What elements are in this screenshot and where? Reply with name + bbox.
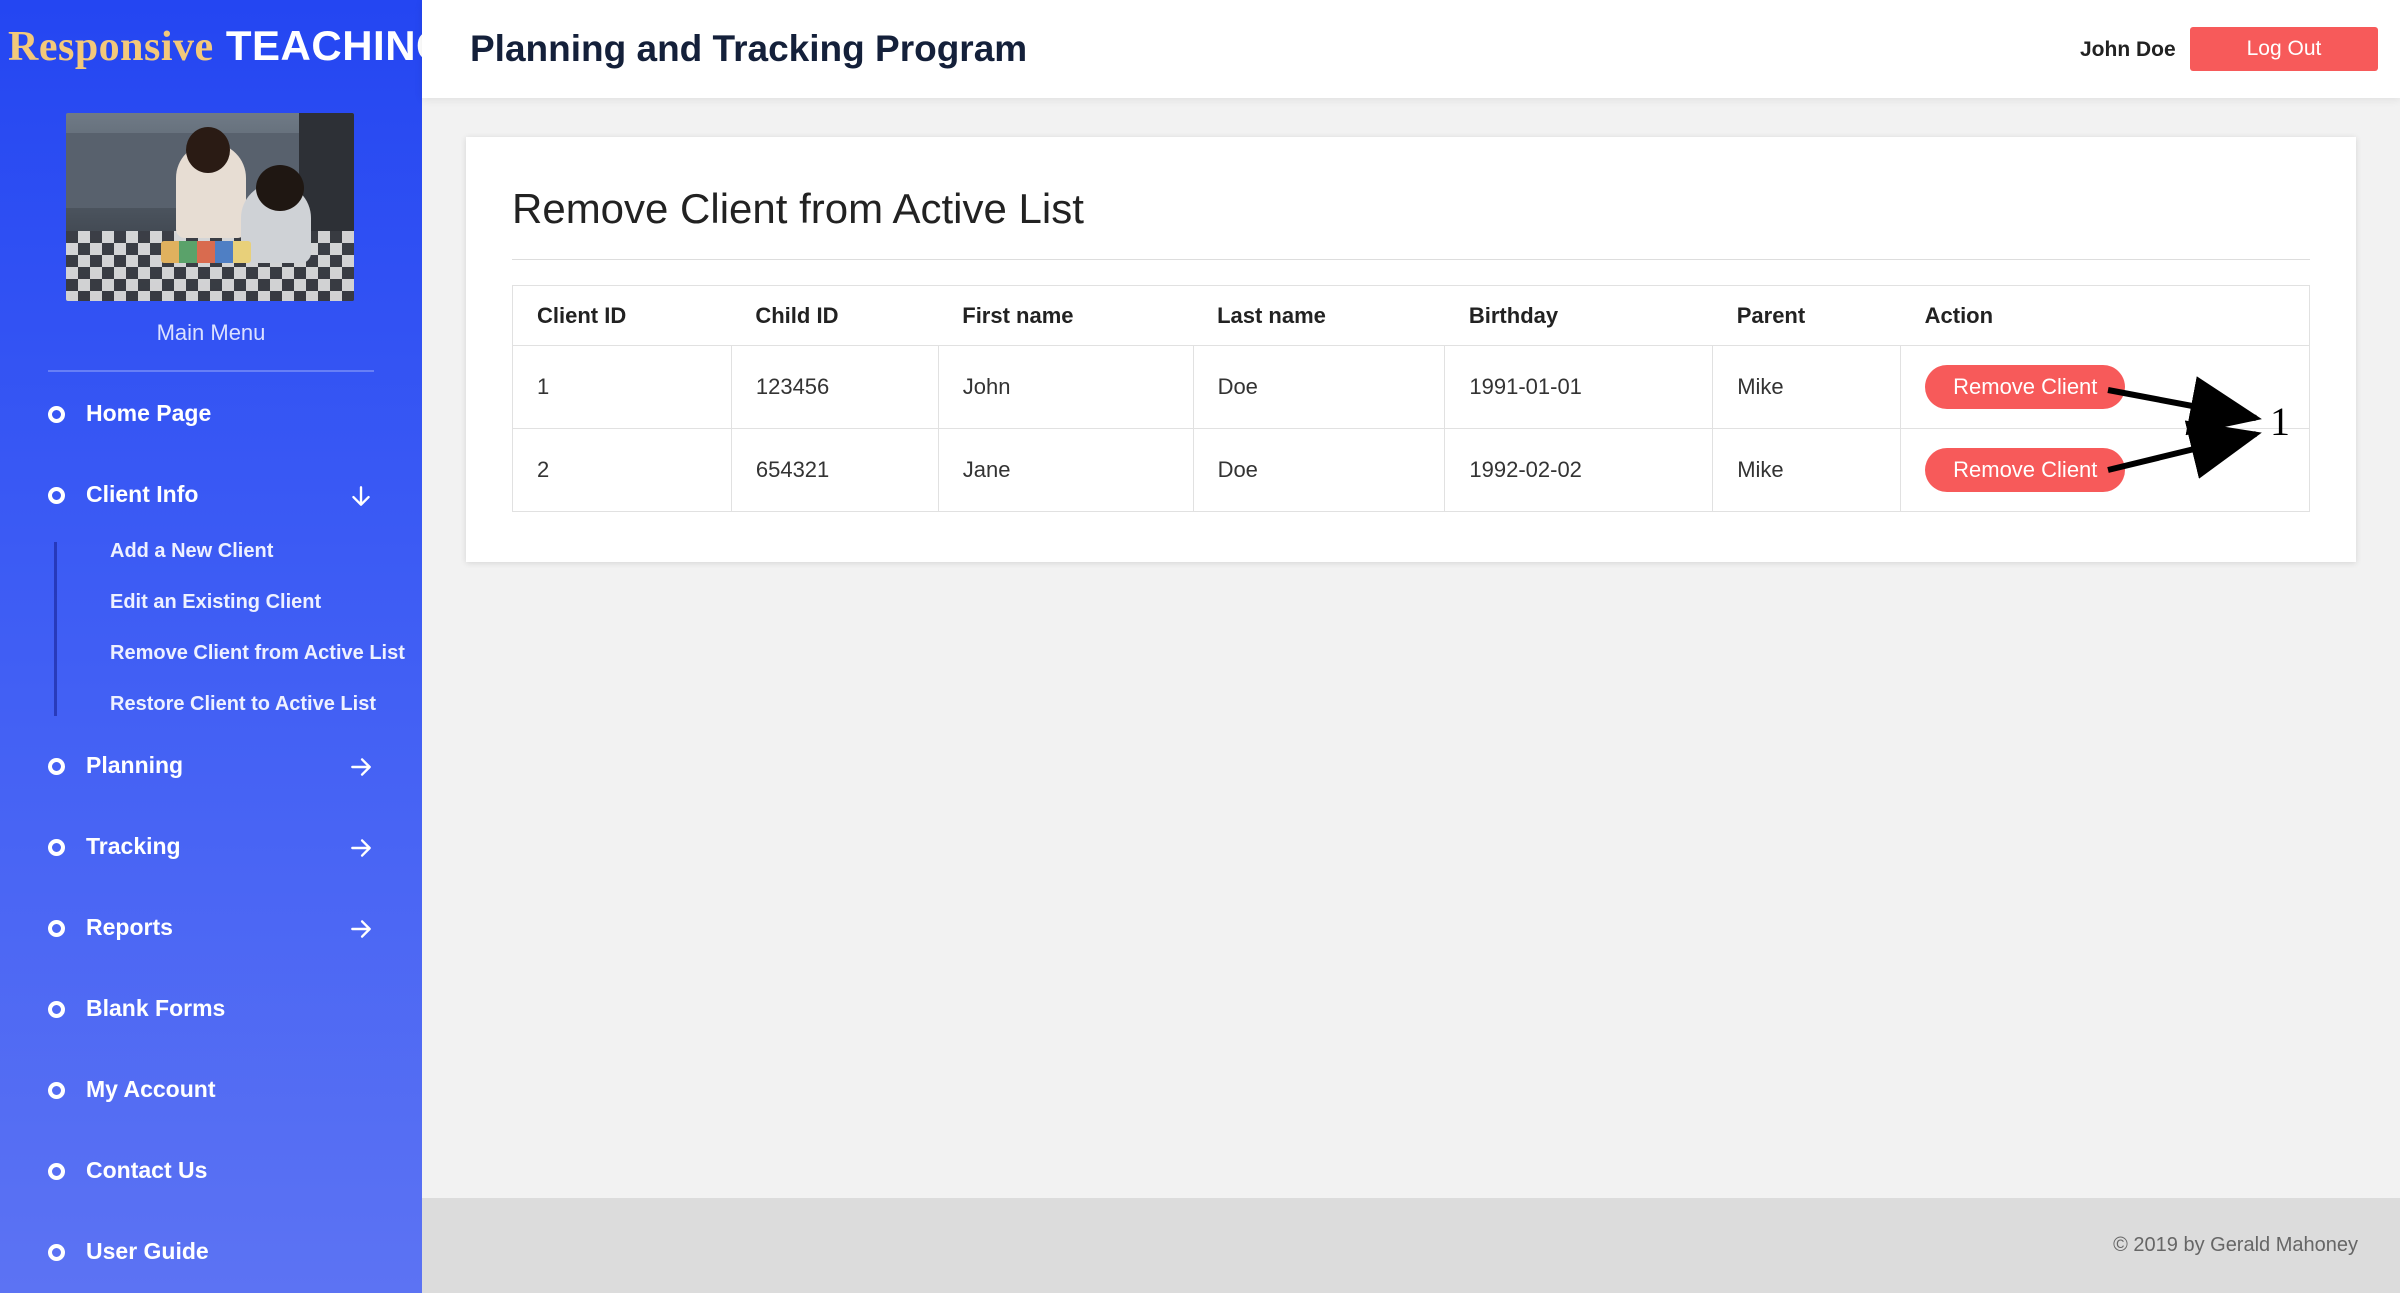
submenu-indicator-line	[54, 542, 57, 716]
copyright-text: © 2019 by Gerald Mahoney	[2113, 1234, 2358, 1256]
column-header: Child ID	[731, 285, 939, 346]
sidebar-item-planning[interactable]: Planning	[0, 746, 422, 786]
bullet-icon	[48, 1082, 65, 1099]
bullet-icon	[48, 758, 65, 775]
sidebar-item-home-page[interactable]: Home Page	[0, 394, 422, 434]
brand-part-responsive: Responsive	[8, 24, 214, 70]
sidebar-item-contact-us[interactable]: Contact Us	[0, 1151, 422, 1191]
brand-part-teaching: TEACHING	[225, 22, 450, 69]
table-row: 1 123456 John Doe 1991-01-01 Mike Remove…	[512, 345, 2310, 429]
column-header: Last name	[1193, 285, 1445, 346]
cell-client-id: 2	[512, 428, 732, 512]
cell-first-name: John	[937, 345, 1194, 429]
remove-client-button[interactable]: Remove Client	[1925, 365, 2126, 409]
submenu-item-add-new-client[interactable]: Add a New Client	[110, 540, 273, 563]
top-header: Planning and Tracking Program John Doe L…	[422, 0, 2400, 98]
menu-divider	[48, 370, 374, 372]
sidebar-item-user-guide[interactable]: User Guide	[0, 1232, 422, 1272]
sidebar-item-label: Reports	[86, 914, 173, 940]
footer: © 2019 by Gerald Mahoney	[422, 1198, 2400, 1293]
user-name[interactable]: John Doe	[2080, 38, 2176, 62]
arrow-right-icon	[351, 839, 371, 857]
cell-child-id: 654321	[730, 428, 939, 512]
column-header: Birthday	[1444, 285, 1713, 346]
title-divider	[512, 259, 2310, 260]
table-row: 2 654321 Jane Doe 1992-02-02 Mike Remove…	[512, 428, 2310, 512]
bullet-icon	[48, 406, 65, 423]
clients-table: Client ID Child ID First name Last name …	[512, 285, 2310, 512]
cell-child-id: 123456	[730, 345, 939, 429]
arrow-right-icon	[351, 920, 371, 938]
submenu-item-restore-client[interactable]: Restore Client to Active List	[110, 693, 376, 716]
sidebar-item-client-info[interactable]: Client Info	[0, 475, 422, 515]
sidebar-item-reports[interactable]: Reports	[0, 908, 422, 948]
cell-parent: Mike	[1712, 345, 1902, 429]
cell-first-name: Jane	[937, 428, 1194, 512]
brand-logo[interactable]: Responsive TEACHING	[8, 22, 449, 71]
cell-birthday: 1992-02-02	[1444, 428, 1714, 512]
cell-client-id: 1	[512, 345, 732, 429]
bullet-icon	[48, 1163, 65, 1180]
cell-action: Remove Client	[1900, 345, 2310, 429]
remove-client-button[interactable]: Remove Client	[1925, 448, 2126, 492]
arrow-down-icon	[352, 486, 370, 506]
annotation-number: 1	[2270, 399, 2290, 444]
bullet-icon	[48, 487, 65, 504]
sidebar: Responsive TEACHING Main Menu Home Page …	[0, 0, 449, 1293]
sidebar-item-label: Contact Us	[86, 1157, 208, 1183]
bullet-icon	[48, 1244, 65, 1261]
sidebar-item-tracking[interactable]: Tracking	[0, 827, 422, 867]
sidebar-item-label: My Account	[86, 1076, 216, 1102]
page-title: Remove Client from Active List	[512, 185, 1084, 232]
bullet-icon	[48, 839, 65, 856]
logout-button[interactable]: Log Out	[2190, 27, 2378, 71]
cell-last-name: Doe	[1192, 345, 1446, 429]
table-header-row: Client ID Child ID First name Last name …	[512, 285, 2310, 346]
submenu-item-edit-existing-client[interactable]: Edit an Existing Client	[110, 591, 321, 614]
sidebar-photo	[66, 113, 354, 301]
cell-action: Remove Client	[1900, 428, 2310, 512]
remove-client-card: Remove Client from Active List Client ID…	[466, 137, 2356, 562]
sidebar-item-label: Client Info	[86, 481, 199, 507]
sidebar-item-label: User Guide	[86, 1238, 209, 1264]
submenu-item-remove-client[interactable]: Remove Client from Active List	[110, 642, 405, 665]
bullet-icon	[48, 920, 65, 937]
column-header: Client ID	[512, 285, 732, 346]
sidebar-item-label: Home Page	[86, 400, 212, 426]
column-header: Action	[1900, 285, 2310, 346]
column-header: Parent	[1712, 285, 1901, 346]
sidebar-item-label: Blank Forms	[86, 995, 226, 1021]
cell-birthday: 1991-01-01	[1444, 345, 1714, 429]
arrow-right-icon	[351, 758, 371, 776]
app-title: Planning and Tracking Program	[470, 28, 1028, 69]
main-menu-title: Main Menu	[156, 320, 266, 345]
sidebar-item-label: Tracking	[86, 833, 181, 859]
sidebar-item-label: Planning	[86, 752, 184, 778]
sidebar-item-my-account[interactable]: My Account	[0, 1070, 422, 1110]
sidebar-item-blank-forms[interactable]: Blank Forms	[0, 989, 422, 1029]
bullet-icon	[48, 1001, 65, 1018]
cell-last-name: Doe	[1192, 428, 1446, 512]
cell-parent: Mike	[1712, 428, 1902, 512]
column-header: First name	[938, 285, 1194, 346]
